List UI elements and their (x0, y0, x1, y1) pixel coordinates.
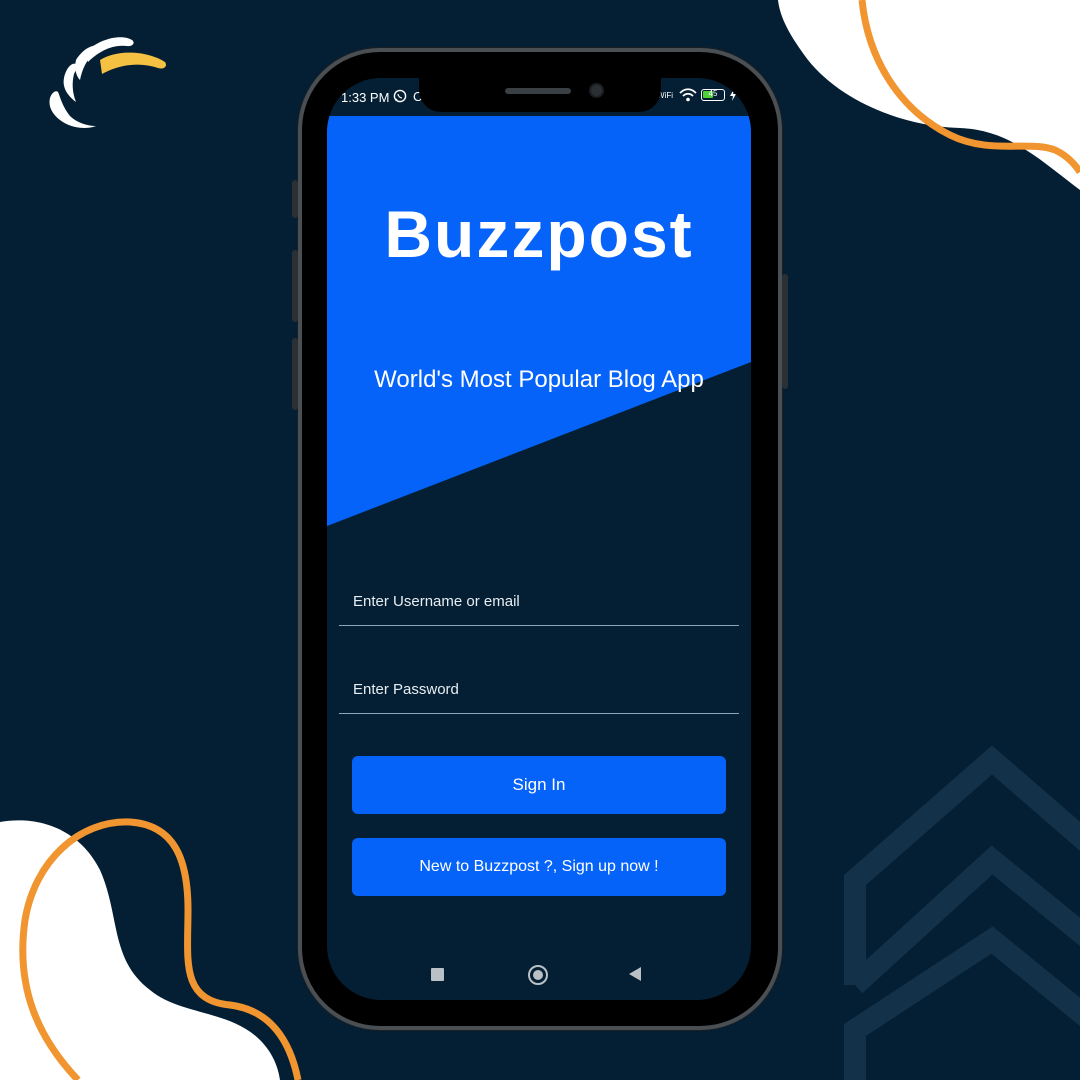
swoosh-logo-icon (49, 37, 167, 128)
hero-banner (327, 116, 751, 526)
phone-side-button (292, 250, 298, 322)
whatsapp-icon (393, 89, 407, 103)
phone-side-button (782, 274, 788, 389)
sign-in-button[interactable]: Sign In (352, 756, 726, 814)
password-field (339, 665, 739, 714)
password-input[interactable] (339, 665, 739, 713)
charging-bolt-icon (730, 89, 736, 101)
square-recents-icon[interactable] (431, 968, 444, 981)
phone-side-button (292, 180, 298, 218)
sign-up-button[interactable]: New to Buzzpost ?, Sign up now ! (352, 838, 726, 896)
chevron-pattern (844, 745, 1080, 1080)
phone-screen: 1:33 PM C WiFi 45 Buzzpost World's Most … (327, 78, 751, 1000)
app-subtitle: World's Most Popular Blog App (374, 366, 704, 393)
speaker (505, 88, 571, 94)
phone-side-button (292, 338, 298, 410)
wifi-icon (679, 88, 697, 102)
phone-mockup: 1:33 PM C WiFi 45 Buzzpost World's Most … (292, 48, 788, 1030)
status-time: 1:33 PM (341, 90, 390, 105)
username-input[interactable] (339, 577, 739, 625)
battery-level: 45 (708, 89, 718, 98)
triangle-back-icon[interactable] (629, 967, 641, 981)
top-right-white-blob (778, 0, 1080, 190)
battery-icon: 45 (701, 89, 725, 101)
username-field (339, 577, 739, 626)
phone-notch (419, 78, 661, 112)
circle-home-icon[interactable] (528, 965, 548, 985)
bottom-left-white-blob (0, 820, 280, 1080)
nav-bar (327, 958, 751, 998)
front-camera (591, 85, 602, 96)
status-right-icons: WiFi 45 (657, 88, 737, 102)
app-title: Buzzpost (384, 197, 694, 271)
